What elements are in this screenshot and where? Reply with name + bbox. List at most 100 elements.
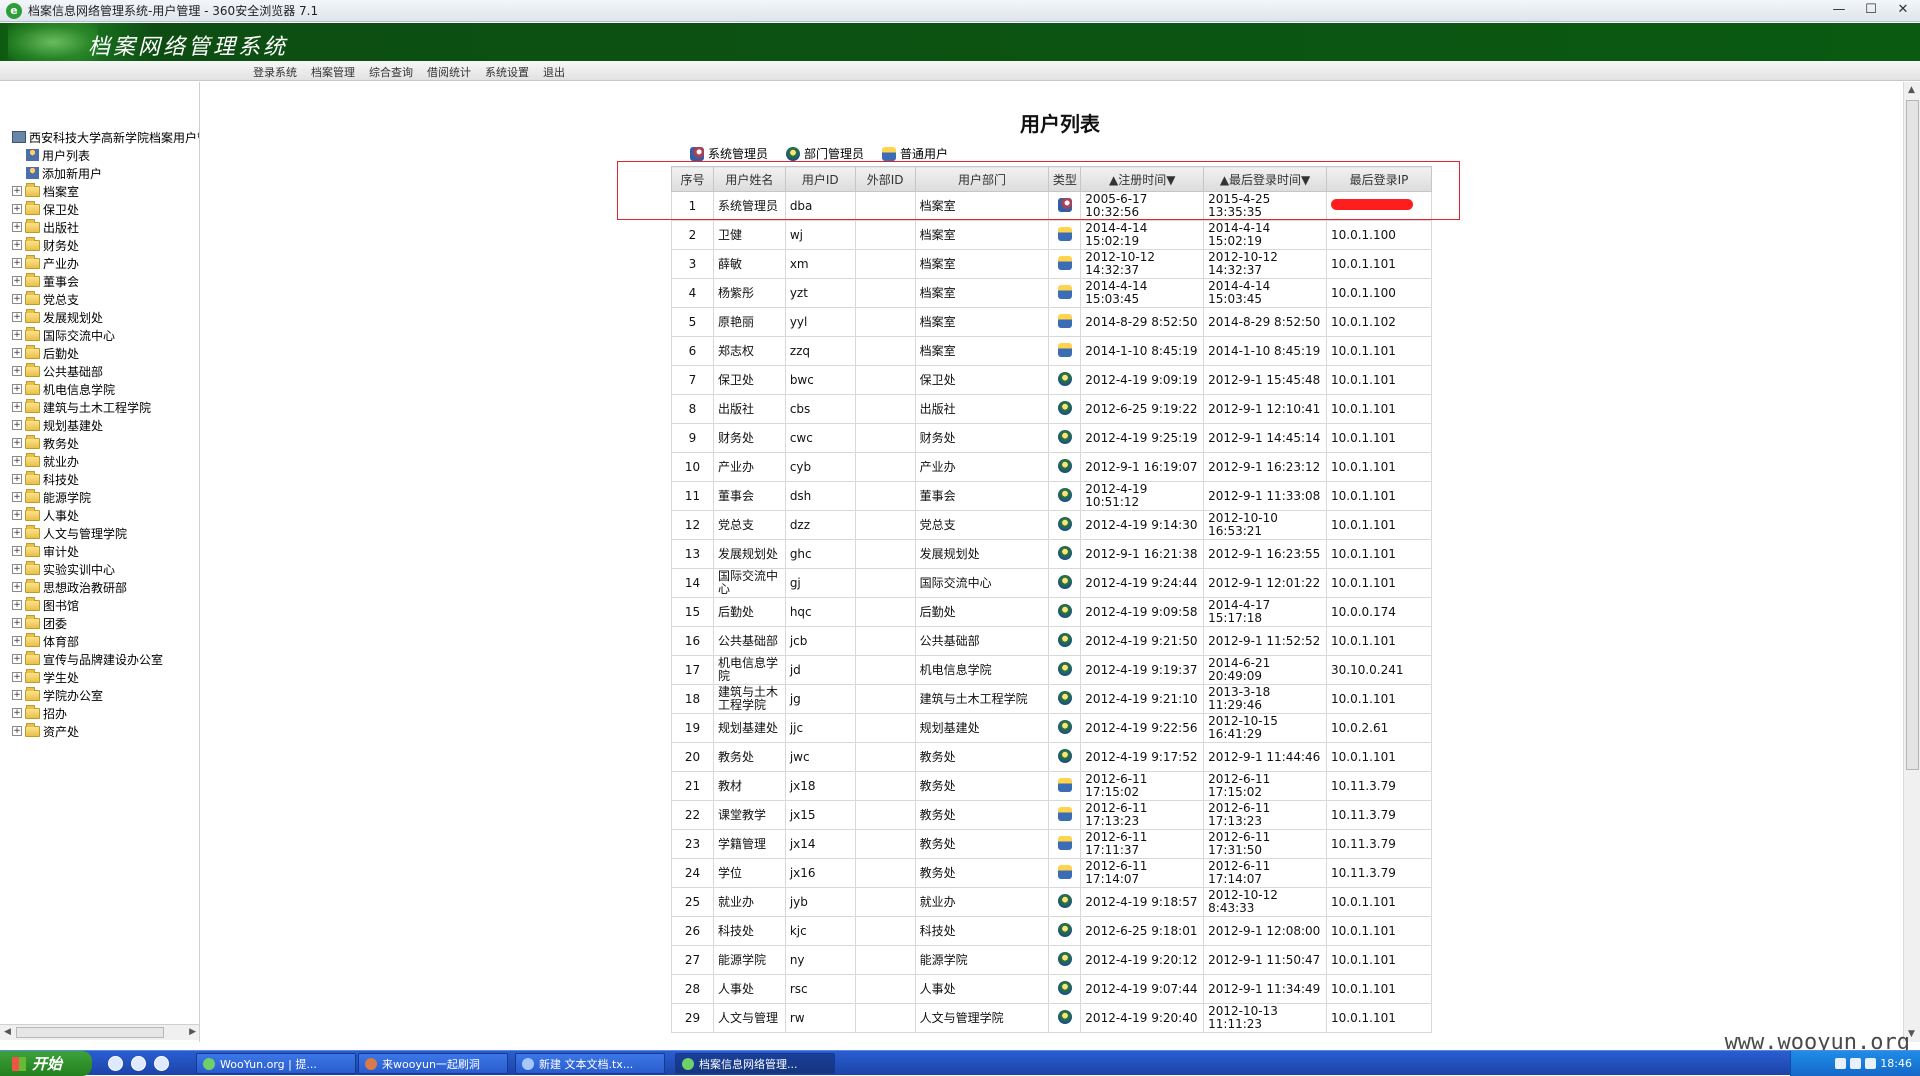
menu-item[interactable]: 借阅统计: [427, 64, 471, 80]
cell-user-name[interactable]: 学籍管理: [712, 829, 786, 859]
menu-item[interactable]: 系统设置: [485, 64, 529, 80]
tree-folder-item[interactable]: + 科技处: [12, 470, 199, 488]
expand-icon[interactable]: +: [12, 348, 22, 358]
tree-folder-item[interactable]: + 规划基建处: [12, 416, 199, 434]
tree-folder-item[interactable]: + 能源学院: [12, 488, 199, 506]
table-row[interactable]: 27 能源学院 ny 能源学院 2012-4-19 9:20:12 2012-9-1 11…: [671, 945, 1433, 975]
expand-icon[interactable]: +: [12, 546, 22, 556]
tree-folder-item[interactable]: + 人事处: [12, 506, 199, 524]
page-vertical-scrollbar[interactable]: ▲ ▼: [1903, 82, 1920, 1042]
table-row[interactable]: 29 人文与管理 rw 人文与管理学院 2012-4-19 9:20:40 2012-10…: [671, 1003, 1433, 1033]
cell-user-name[interactable]: 保卫处: [712, 365, 786, 395]
cell-user-name[interactable]: 建筑与土木工程学院: [712, 684, 786, 714]
tree-folder-item[interactable]: + 资产处: [12, 722, 199, 740]
table-row[interactable]: 3 薛敏 xm 档案室 2012-10-12 14:32:37 2012-10-12 14…: [671, 249, 1433, 279]
expand-icon[interactable]: +: [12, 258, 22, 268]
table-row[interactable]: 17 机电信息学院 jd 机电信息学院 2012-4-19 9:19:37 2014-6-…: [671, 655, 1433, 685]
column-header[interactable]: ▲最后登录时间▼: [1203, 166, 1327, 192]
table-row[interactable]: 21 教材 jx18 教务处 2012-6-11 17:15:02 2012-6-11 1…: [671, 771, 1433, 801]
expand-icon[interactable]: +: [12, 690, 22, 700]
table-row[interactable]: 23 学籍管理 jx14 教务处 2012-6-11 17:11:37 2012-6-11…: [671, 829, 1433, 859]
table-row[interactable]: 8 出版社 cbs 出版社 2012-6-25 9:19:22 2012-9-1 12:1…: [671, 394, 1433, 424]
table-row[interactable]: 9 财务处 cwc 财务处 2012-4-19 9:25:19 2012-9-1 14:4…: [671, 423, 1433, 453]
cell-user-name[interactable]: 党总支: [712, 510, 786, 540]
table-row[interactable]: 24 学位 jx16 教务处 2012-6-11 17:14:07 2012-6-11 1…: [671, 858, 1433, 888]
tree-folder-item[interactable]: + 图书馆: [12, 596, 199, 614]
expand-icon[interactable]: +: [12, 492, 22, 502]
taskbar-item[interactable]: WooYun.org | 提...: [196, 1053, 356, 1074]
expand-icon[interactable]: +: [12, 636, 22, 646]
tree-folder-item[interactable]: + 国际交流中心: [12, 326, 199, 344]
expand-icon[interactable]: +: [12, 222, 22, 232]
maximize-icon[interactable]: ☐: [1862, 2, 1880, 17]
table-row[interactable]: 11 董事会 dsh 董事会 2012-4-19 10:51:12 2012-9-1 11…: [671, 481, 1433, 511]
expand-icon[interactable]: +: [12, 510, 22, 520]
scrollbar-thumb[interactable]: [16, 1027, 164, 1038]
sidebar-horizontal-scrollbar[interactable]: ◀ ▶: [0, 1024, 199, 1040]
expand-icon[interactable]: +: [12, 582, 22, 592]
cell-user-name[interactable]: 国际交流中心: [712, 568, 786, 598]
cell-user-name[interactable]: 系统管理员: [712, 191, 786, 221]
scrollbar-thumb[interactable]: [1906, 100, 1919, 770]
cell-user-name[interactable]: 产业办: [712, 452, 786, 482]
cell-user-name[interactable]: 教材: [712, 771, 786, 801]
expand-icon[interactable]: +: [12, 708, 22, 718]
start-button[interactable]: 开始: [0, 1051, 92, 1076]
tree-folder-item[interactable]: + 体育部: [12, 632, 199, 650]
expand-icon[interactable]: +: [12, 438, 22, 448]
cell-user-name[interactable]: 公共基础部: [712, 626, 786, 656]
column-header[interactable]: ▲注册时间▼: [1080, 166, 1205, 192]
tree-folder-item[interactable]: + 宣传与品牌建设办公室: [12, 650, 199, 668]
menu-item[interactable]: 综合查询: [369, 64, 413, 80]
expand-icon[interactable]: +: [12, 366, 22, 376]
expand-icon[interactable]: +: [12, 618, 22, 628]
tree-folder-item[interactable]: + 出版社: [12, 218, 199, 236]
tray-icon[interactable]: [1865, 1058, 1877, 1069]
tree-folder-item[interactable]: + 党总支: [12, 290, 199, 308]
expand-icon[interactable]: +: [12, 330, 22, 340]
cell-user-name[interactable]: 机电信息学院: [712, 655, 786, 685]
expand-icon[interactable]: +: [12, 474, 22, 484]
cell-user-name[interactable]: 郑志权: [712, 336, 786, 366]
menu-item[interactable]: 登录系统: [253, 64, 297, 80]
tree-folder-item[interactable]: + 就业办: [12, 452, 199, 470]
table-row[interactable]: 18 建筑与土木工程学院 jg 建筑与土木工程学院 2012-4-19 9:21:10 2…: [671, 684, 1433, 714]
cell-user-name[interactable]: 人文与管理: [712, 1003, 786, 1033]
table-row[interactable]: 2 卫健 wj 档案室 2014-4-14 15:02:19 2014-4-14 15:0…: [671, 220, 1433, 250]
table-row[interactable]: 5 原艳丽 yyl 档案室 2014-8-29 8:52:50 2014-8-29 8:5…: [671, 307, 1433, 337]
taskbar-item[interactable]: 新建 文本文档.tx...: [515, 1053, 665, 1074]
table-row[interactable]: 14 国际交流中心 gj 国际交流中心 2012-4-19 9:24:44 2012-9-…: [671, 568, 1433, 598]
expand-icon[interactable]: +: [12, 240, 22, 250]
expand-icon[interactable]: +: [12, 402, 22, 412]
tree-folder-item[interactable]: + 学院办公室: [12, 686, 199, 704]
table-row[interactable]: 26 科技处 kjc 科技处 2012-6-25 9:18:01 2012-9-1 12:…: [671, 916, 1433, 946]
minimize-icon[interactable]: —: [1830, 2, 1848, 17]
expand-icon[interactable]: +: [12, 726, 22, 736]
tree-folder-item[interactable]: + 人文与管理学院: [12, 524, 199, 542]
taskbar-item-active[interactable]: 档案信息网络管理...: [675, 1053, 835, 1074]
cell-user-name[interactable]: 董事会: [712, 481, 786, 511]
tree-folder-item[interactable]: + 思想政治教研部: [12, 578, 199, 596]
menu-item[interactable]: 档案管理: [311, 64, 355, 80]
cell-user-name[interactable]: 原艳丽: [712, 307, 786, 337]
cell-user-name[interactable]: 后勤处: [712, 597, 786, 627]
expand-icon[interactable]: +: [12, 204, 22, 214]
cell-user-name[interactable]: 能源学院: [712, 945, 786, 975]
tree-folder-item[interactable]: + 档案室: [12, 182, 199, 200]
expand-icon[interactable]: +: [12, 420, 22, 430]
cell-user-name[interactable]: 教务处: [712, 742, 786, 772]
tree-root[interactable]: 西安科技大学高新学院档案用户管: [12, 128, 199, 146]
table-row[interactable]: 12 党总支 dzz 党总支 2012-4-19 9:14:30 2012-10-10 1…: [671, 510, 1433, 540]
tree-folder-item[interactable]: + 审计处: [12, 542, 199, 560]
quick-launch-icon[interactable]: [131, 1056, 146, 1071]
tree-folder-item[interactable]: + 实验实训中心: [12, 560, 199, 578]
tree-folder-item[interactable]: + 团委: [12, 614, 199, 632]
tree-folder-item[interactable]: + 保卫处: [12, 200, 199, 218]
expand-icon[interactable]: +: [12, 294, 22, 304]
cell-user-name[interactable]: 科技处: [712, 916, 786, 946]
taskbar-item[interactable]: 来wooyun一起刷洞: [358, 1053, 508, 1074]
close-icon[interactable]: ✕: [1894, 2, 1912, 17]
table-row[interactable]: 6 郑志权 zzq 档案室 2014-1-10 8:45:19 2014-1-10 8:4…: [671, 336, 1433, 366]
table-row[interactable]: 22 课堂教学 jx15 教务处 2012-6-11 17:13:23 2012-6-11…: [671, 800, 1433, 830]
scroll-up-icon[interactable]: ▲: [1908, 85, 1915, 95]
